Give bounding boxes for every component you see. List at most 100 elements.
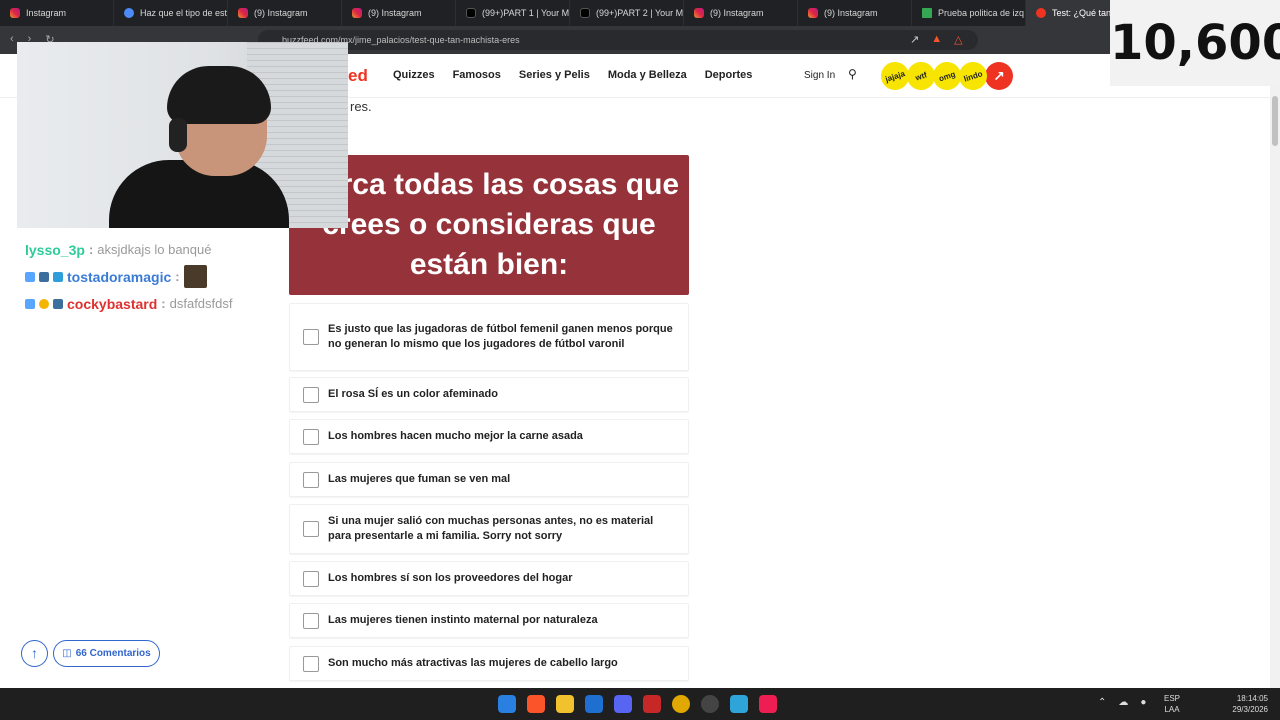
main-nav: Quizzes Famosos Series y Pelis Moda y Be… (393, 69, 752, 81)
brave-rewards-icon[interactable]: △ (954, 33, 962, 46)
quiz-option[interactable]: Los hombres sí son los proveedores del h… (289, 561, 689, 596)
tab-label: (9) Instagram (710, 8, 764, 18)
checkbox[interactable] (303, 471, 319, 488)
system-tray: ⌃ ☁ ● (1098, 697, 1146, 708)
site-logo[interactable]: ed (348, 66, 368, 86)
system-clock[interactable]: 18:14:05 29/3/2026 (1222, 693, 1268, 715)
brave-browser-icon[interactable] (527, 695, 545, 713)
chrome-icon[interactable] (672, 695, 690, 713)
tab-label: (99+)PART 2 | Your Mo (596, 8, 684, 18)
language-code: ESP (1164, 694, 1181, 703)
browser-tab[interactable]: (9) Instagram (342, 0, 456, 26)
instagram-icon (808, 8, 818, 18)
option-label: Las mujeres tienen instinto maternal por… (328, 614, 598, 626)
checkbox[interactable] (303, 329, 319, 345)
one-badge-icon (39, 298, 49, 309)
instagram-icon (352, 8, 362, 18)
browser-tab[interactable]: (99+)PART 1 | Your Mo (456, 0, 570, 26)
badge-lindo[interactable]: lindo (955, 58, 991, 94)
buzzfeed-icon (1036, 8, 1046, 18)
back-icon[interactable]: ‹ (10, 33, 14, 46)
share-icon[interactable]: ↗ (910, 33, 919, 46)
cube-badge-icon (53, 271, 63, 282)
url-field[interactable]: buzzfeed.com/mx/jime_palacios/test-que-t… (258, 30, 978, 50)
crown-badge-icon (39, 271, 49, 282)
checkbox[interactable] (303, 521, 319, 537)
discord-icon[interactable] (614, 695, 632, 713)
comments-label: 66 Comentarios (75, 648, 151, 659)
view-counter: 10,600 (1110, 0, 1280, 86)
page-scrollbar[interactable] (1270, 86, 1280, 688)
steam-icon[interactable] (701, 695, 719, 713)
browser-tab[interactable]: (9) Instagram (798, 0, 912, 26)
app-icon[interactable] (643, 695, 661, 713)
checkbox[interactable] (303, 386, 319, 403)
quiz-option[interactable]: Las mujeres que fuman se ven mal (289, 462, 689, 497)
scroll-top-button[interactable]: ↑ (21, 640, 48, 667)
capcut-icon[interactable] (730, 695, 748, 713)
sign-in-link[interactable]: Sign In (804, 70, 835, 81)
tab-label: Instagram (26, 8, 67, 18)
quiz-option[interactable]: El rosa SÍ es un color afeminado (289, 377, 689, 412)
chat-colon: : (175, 269, 180, 284)
chat-message: lysso_3p: aksjdkajs lo banqué (25, 236, 275, 263)
intro-text-fragment: res. (350, 99, 372, 114)
trending-icon[interactable]: ↗ (985, 62, 1013, 90)
nav-item-series[interactable]: Series y Pelis (519, 69, 590, 81)
option-label: Son mucho más atractivas las mujeres de … (328, 657, 618, 669)
file-explorer-icon[interactable] (556, 695, 574, 713)
instagram-icon (10, 8, 20, 18)
cloud-icon[interactable]: ☁ (1118, 697, 1128, 708)
instagram-icon (238, 8, 248, 18)
microphone-icon[interactable]: ● (1140, 697, 1146, 708)
nav-item-quizzes[interactable]: Quizzes (393, 69, 435, 81)
browser-tab[interactable]: (99+)PART 2 | Your Mo (570, 0, 684, 26)
option-label: Si una mujer salió con muchas personas a… (328, 515, 654, 542)
chevron-up-icon[interactable]: ⌃ (1098, 697, 1106, 708)
tiktok-icon[interactable] (759, 695, 777, 713)
nav-item-famosos[interactable]: Famosos (453, 69, 501, 81)
chat-text: dsfafdsfdsf (169, 296, 233, 311)
browser-tab[interactable]: (9) Instagram (228, 0, 342, 26)
streamer-hair (167, 66, 271, 124)
arrow-up-icon: ↑ (31, 645, 38, 661)
quiz-option[interactable]: Es justo que las jugadoras de fútbol fem… (289, 303, 689, 371)
windows-start-icon[interactable] (498, 695, 516, 713)
tab-label: (9) Instagram (824, 8, 878, 18)
tiktok-icon (580, 8, 590, 18)
option-label: Los hombres hacen mucho mejor la carne a… (328, 430, 583, 442)
browser-tab[interactable]: Prueba politica de izq (912, 0, 1026, 26)
brave-shield-icon[interactable]: ▲ (931, 33, 942, 46)
clock-time: 18:14:05 (1236, 694, 1268, 703)
checkbox[interactable] (303, 612, 319, 629)
quiz-option[interactable]: Son mucho más atractivas las mujeres de … (289, 646, 689, 681)
browser-tab[interactable]: Instagram (0, 0, 114, 26)
nav-item-deportes[interactable]: Deportes (705, 69, 753, 81)
browser-tab[interactable]: Haz que el tipo de esta (114, 0, 228, 26)
browser-tab-bar: Instagram Haz que el tipo de esta (9) In… (0, 0, 1280, 26)
search-icon[interactable]: ⚲ (848, 67, 857, 81)
chat-overlay: lysso_3p: aksjdkajs lo banqué tostadoram… (25, 236, 275, 317)
quiz-option[interactable]: Si una mujer salió con muchas personas a… (289, 504, 689, 554)
quiz-option[interactable]: Los hombres hacen mucho mejor la carne a… (289, 419, 689, 454)
tab-label: (9) Instagram (254, 8, 308, 18)
bing-icon[interactable] (585, 695, 603, 713)
tab-label: Prueba politica de izq (938, 8, 1025, 18)
checkbox[interactable] (303, 570, 319, 587)
browser-tab[interactable]: (9) Instagram (684, 0, 798, 26)
checkbox[interactable] (303, 428, 319, 445)
webcam-overlay (17, 42, 348, 228)
scrollbar-thumb[interactable] (1272, 96, 1278, 146)
quiz-option[interactable]: Las mujeres tienen instinto maternal por… (289, 603, 689, 638)
checkbox[interactable] (303, 655, 319, 672)
tiktok-icon (466, 8, 476, 18)
headset-icon (169, 118, 187, 152)
chat-colon: : (161, 296, 166, 311)
keyboard-layout: LAA (1164, 705, 1180, 714)
emote-image (183, 265, 207, 288)
nav-item-moda[interactable]: Moda y Belleza (608, 69, 687, 81)
comments-button[interactable]: ◫ 66 Comentarios (53, 640, 160, 667)
language-indicator[interactable]: ESP LAA (1164, 693, 1180, 715)
taskbar-apps (498, 695, 777, 713)
crown-badge-icon (53, 298, 63, 309)
